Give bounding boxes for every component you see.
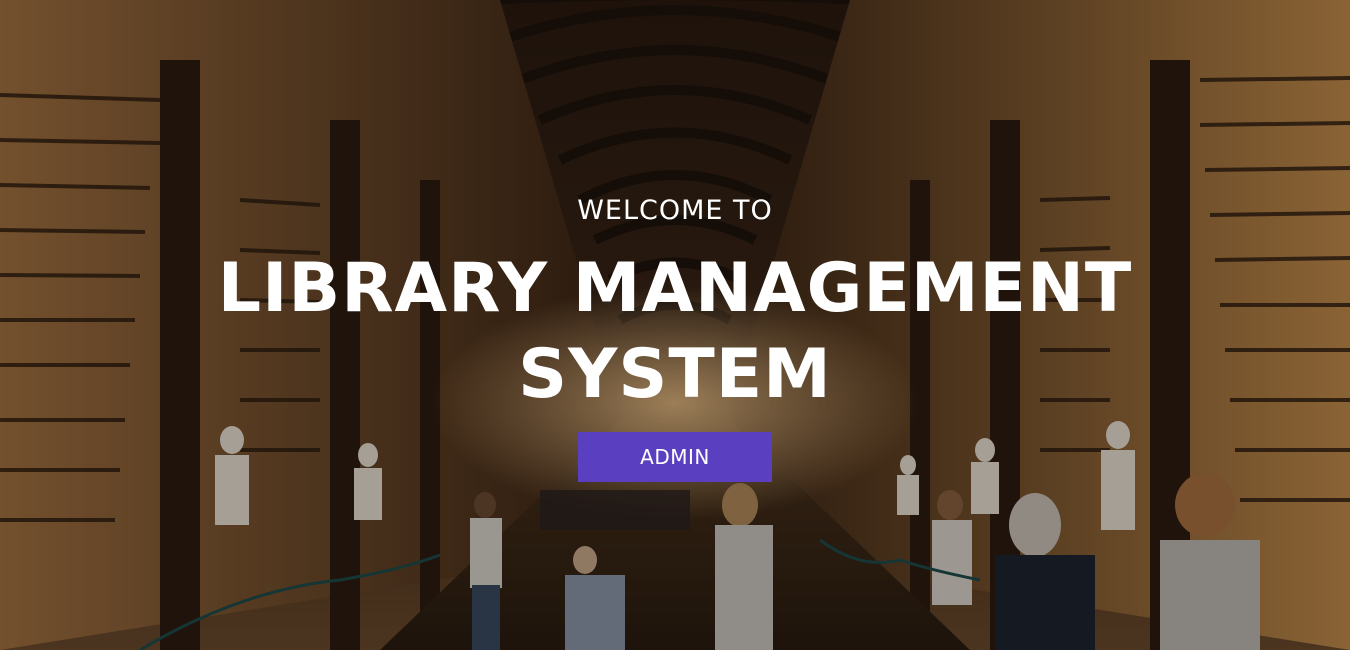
hero-content: WELCOME TO LIBRARY MANAGEMENT SYSTEM ADM…: [0, 0, 1350, 650]
admin-button[interactable]: ADMIN: [578, 432, 772, 482]
hero-section: WELCOME TO LIBRARY MANAGEMENT SYSTEM ADM…: [0, 0, 1350, 650]
page-title: LIBRARY MANAGEMENT SYSTEM: [0, 246, 1350, 418]
welcome-heading: WELCOME TO: [577, 195, 773, 226]
title-line-2: SYSTEM: [518, 335, 832, 414]
title-line-1: LIBRARY MANAGEMENT: [217, 249, 1133, 328]
